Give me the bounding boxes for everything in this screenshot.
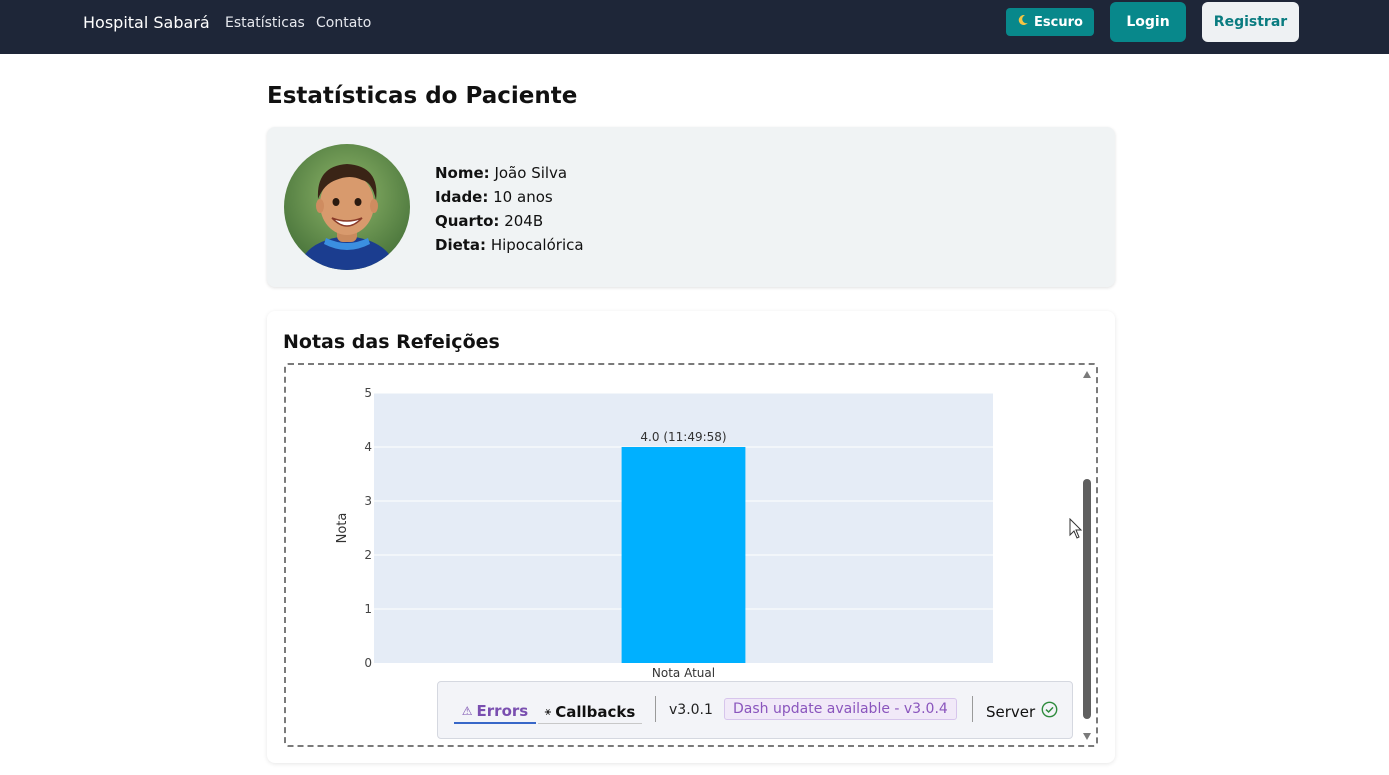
y-axis-label: Nota [335,513,350,544]
callback-graph-icon: ⚹ [544,704,552,718]
dash-devtools-bar: ⚠ Errors ⚹ Callbacks v3.0.1 Dash update … [437,681,1073,739]
warning-icon: ⚠ [461,704,473,718]
server-label: Server [986,702,1036,721]
brand-name[interactable]: Hospital Sabará [83,13,210,32]
check-circle-icon [1041,701,1058,722]
y-tick-label: 2 [364,548,372,562]
name-label: Nome: [435,164,490,182]
age-label: Idade: [435,188,489,206]
meal-notes-title: Notas das Refeições [283,331,500,353]
navbar: Hospital Sabará Estatísticas Contato Esc… [0,0,1389,54]
nav-link-estatisticas[interactable]: Estatísticas [225,15,305,31]
devtools-separator [972,696,973,722]
y-tick-label: 4 [364,440,372,454]
theme-toggle-label: Escuro [1034,14,1083,30]
y-tick-label: 0 [364,656,372,670]
y-tick-label: 5 [364,386,372,400]
moon-icon [1017,14,1029,30]
frame-scroll-thumb[interactable] [1083,479,1091,719]
scroll-down-arrow-icon[interactable] [1083,733,1091,740]
theme-toggle-button[interactable]: Escuro [1006,8,1094,36]
mouse-cursor-icon [1069,517,1083,545]
callbacks-label: Callbacks [555,702,636,721]
patient-name-row: Nome: João Silva [435,161,584,185]
room-value: 204B [504,212,544,230]
patient-room-row: Quarto: 204B [435,209,584,233]
patient-info: Nome: João Silva Idade: 10 anos Quarto: … [435,161,584,257]
nav-link-contato[interactable]: Contato [316,15,371,31]
x-tick-label: Nota Atual [652,666,715,680]
scroll-up-arrow-icon[interactable] [1083,371,1091,378]
devtools-errors-tab[interactable]: ⚠ Errors [454,700,536,724]
patient-age-row: Idade: 10 anos [435,185,584,209]
login-button[interactable]: Login [1110,2,1186,42]
errors-label: Errors [476,702,529,720]
patient-diet-row: Dieta: Hipocalórica [435,233,584,257]
register-button[interactable]: Registrar [1202,2,1299,42]
bar-data-label: 4.0 (11:49:58) [640,430,726,444]
age-value: 10 anos [493,188,553,206]
dash-version: v3.0.1 [669,702,713,718]
diet-value: Hipocalórica [490,236,584,254]
chart-bar [621,447,746,663]
chart-frame: 0 1 2 3 4 5 4.0 (11:49:58) Nota Atual Nota ⚠ Err… [284,363,1098,747]
meal-notes-card: Notas das Refeições 0 1 2 3 4 5 4.0 (11:49:58)… [267,311,1115,763]
patient-card: Nome: João Silva Idade: 10 anos Quarto: … [267,127,1115,287]
devtools-separator [655,696,656,722]
diet-label: Dieta: [435,236,487,254]
y-tick-label: 3 [364,494,372,508]
name-value: João Silva [494,164,568,182]
devtools-callbacks-tab[interactable]: ⚹ Callbacks [538,700,642,724]
page-title: Estatísticas do Paciente [267,83,578,109]
room-label: Quarto: [435,212,500,230]
y-tick-label: 1 [364,602,372,616]
devtools-server-status[interactable]: Server [986,701,1058,722]
patient-avatar [284,144,410,270]
dash-update-badge[interactable]: Dash update available - v3.0.4 [724,698,957,720]
